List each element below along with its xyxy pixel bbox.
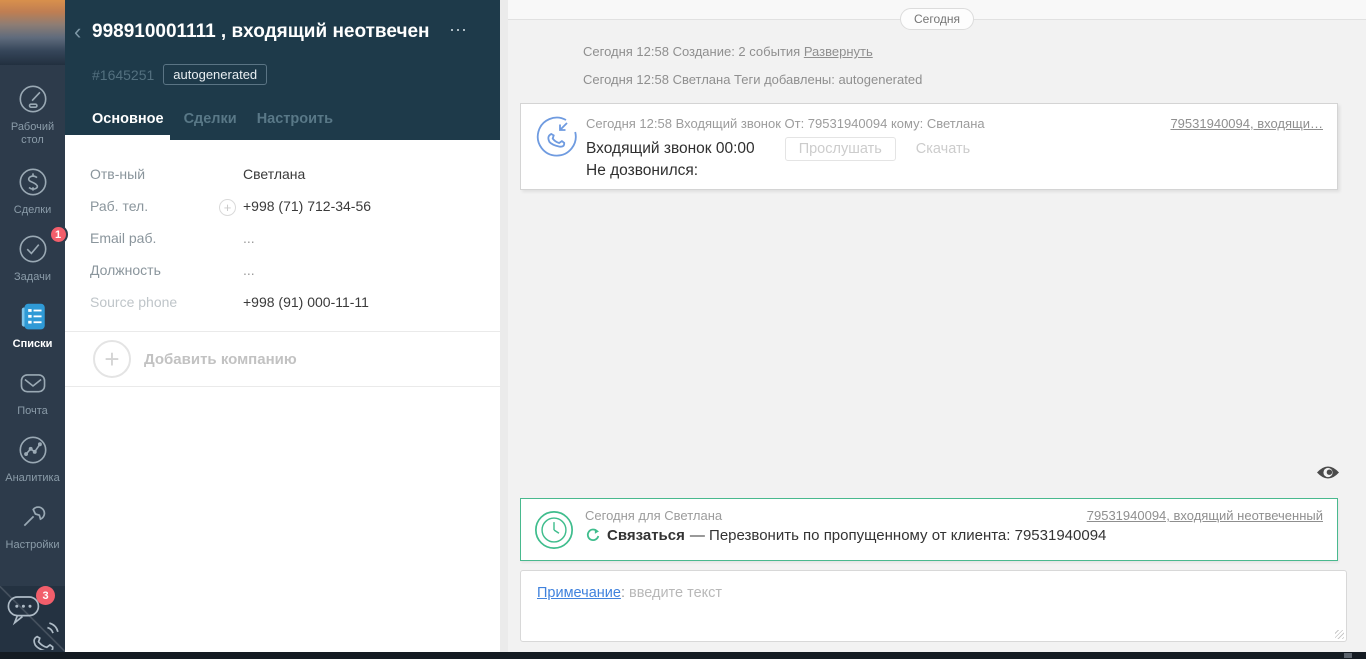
contact-header: ‹ 998910001111 , входящий неотвечен ⋯ #1… [65,0,500,140]
tasks-icon: 1 [13,225,68,269]
contact-id-row: #1645251 autogenerated [92,64,268,85]
chat-badge: 3 [36,586,55,605]
add-company-label: Добавить компанию [144,350,297,368]
sidebar-item-settings[interactable]: Настройки [0,497,65,564]
sidebar-item-deals[interactable]: Сделки [0,162,65,229]
task-link[interactable]: 79531940094, входящий неотвеченный [1087,508,1323,523]
contact-fields: Отв-ный Светлана Раб. тел. + +998 (71) 7… [65,140,500,318]
event-creation: Сегодня 12:58 Создание: 2 события Развер… [583,44,873,59]
deals-icon [13,162,53,202]
sidebar-item-analytics[interactable]: Аналитика [0,430,65,497]
sidebar-item-lists[interactable]: Списки [0,296,65,363]
note-placeholder: введите текст [629,585,723,601]
field-value[interactable]: Светлана [243,166,305,182]
back-button[interactable]: ‹ [74,21,81,43]
sidebar-item-tasks[interactable]: 1 Задачи [0,225,68,296]
app: Рабочий стол Сделки 1 Задачи Списки Почт… [0,0,1366,659]
task-meta: Сегодня для Светлана [585,508,723,523]
support-corner: 3 [0,586,65,652]
visibility-eye-button[interactable] [1316,464,1340,481]
support-phone-button[interactable] [28,616,62,650]
mail-icon [13,363,53,403]
field-row-responsible: Отв-ный Светлана [90,166,306,182]
download-button[interactable]: Скачать [916,141,970,157]
call-meta: Сегодня 12:58 Входящий звонок От: 795319… [586,116,985,131]
call-result: Не дозвонился: [586,162,699,179]
expand-link[interactable]: Развернуть [804,44,873,59]
field-row-source-phone: Source phone +998 (91) 000-11-11 [90,294,369,310]
call-line: Входящий звонок 00:00 Прослушать Скачать [586,137,970,161]
note-type-selector[interactable]: Примечание [537,585,621,601]
tasks-badge: 1 [48,225,68,244]
feed: Сегодня Сегодня 12:58 Создание: 2 событи… [508,0,1366,652]
field-value[interactable]: + +998 (71) 712-34-56 [219,198,371,216]
field-row-email: Email раб. ... [90,230,255,246]
field-value[interactable]: ... [243,230,255,246]
bottom-scrollbar[interactable] [0,652,1366,659]
call-card: Сегодня 12:58 Входящий звонок От: 795319… [520,103,1338,190]
call-link[interactable]: 79531940094, входящи… [1170,116,1323,131]
account-logo[interactable] [0,0,65,65]
call-duration: Входящий звонок 00:00 [586,140,755,157]
task-type-refresh-icon [585,528,600,543]
note-input[interactable]: Примечание: введите текст [520,570,1347,642]
active-tab-underline [65,135,170,140]
tab-deals[interactable]: Сделки [184,111,237,127]
listen-button[interactable]: Прослушать [784,137,896,161]
sidebar-nav: Рабочий стол Сделки 1 Задачи Списки Почт… [0,65,68,564]
dashboard-icon [13,79,53,119]
contact-id: #1645251 [92,66,155,83]
task-line: Связаться — Перезвонить по пропущенному … [585,527,1106,544]
resize-grip[interactable] [1335,630,1344,639]
field-value[interactable]: +998 (91) 000-11-11 [243,294,369,310]
contact-tag[interactable]: autogenerated [163,64,268,85]
contact-panel: ‹ 998910001111 , входящий неотвечен ⋯ #1… [65,0,500,652]
tab-main[interactable]: Основное [92,111,164,127]
task-type[interactable]: Связаться [607,527,685,544]
task-clock-icon [533,509,575,551]
sidebar-item-label: Рабочий стол [10,121,55,146]
feed-events: Сегодня 12:58 Создание: 2 события Развер… [583,44,922,100]
settings-icon [13,497,53,537]
panel-scrollbar-track[interactable] [500,0,508,652]
contact-tabs: Основное Сделки Настроить [92,111,333,127]
eye-icon [1317,466,1339,479]
phone-icon [33,622,59,650]
date-pill: Сегодня [900,8,974,30]
contact-title: 998910001111 , входящий неотвечен [92,21,430,42]
sidebar: Рабочий стол Сделки 1 Задачи Списки Почт… [0,0,68,652]
task-card: Сегодня для Светлана 79531940094, входящ… [520,498,1338,561]
field-value[interactable]: ... [243,262,255,278]
field-row-position: Должность ... [90,262,255,278]
contact-menu-button[interactable]: ⋯ [449,20,468,41]
incoming-call-icon [535,114,579,158]
tab-setup[interactable]: Настроить [257,111,333,127]
add-phone-icon[interactable]: + [219,199,236,216]
field-row-work-phone: Раб. тел. + +998 (71) 712-34-56 [90,198,372,216]
plus-circle-icon: + [93,340,131,378]
sidebar-item-desktop[interactable]: Рабочий стол [0,79,65,162]
lists-icon [13,296,53,336]
add-company-button[interactable]: + Добавить компанию [65,331,500,387]
sidebar-item-mail[interactable]: Почта [0,363,65,430]
scrollbar-handle[interactable] [1344,653,1352,658]
analytics-icon [13,430,53,470]
event-tags-added: Сегодня 12:58 Светлана Теги добавлены: a… [583,72,923,87]
task-text: — Перезвонить по пропущенному от клиента… [689,527,1107,544]
